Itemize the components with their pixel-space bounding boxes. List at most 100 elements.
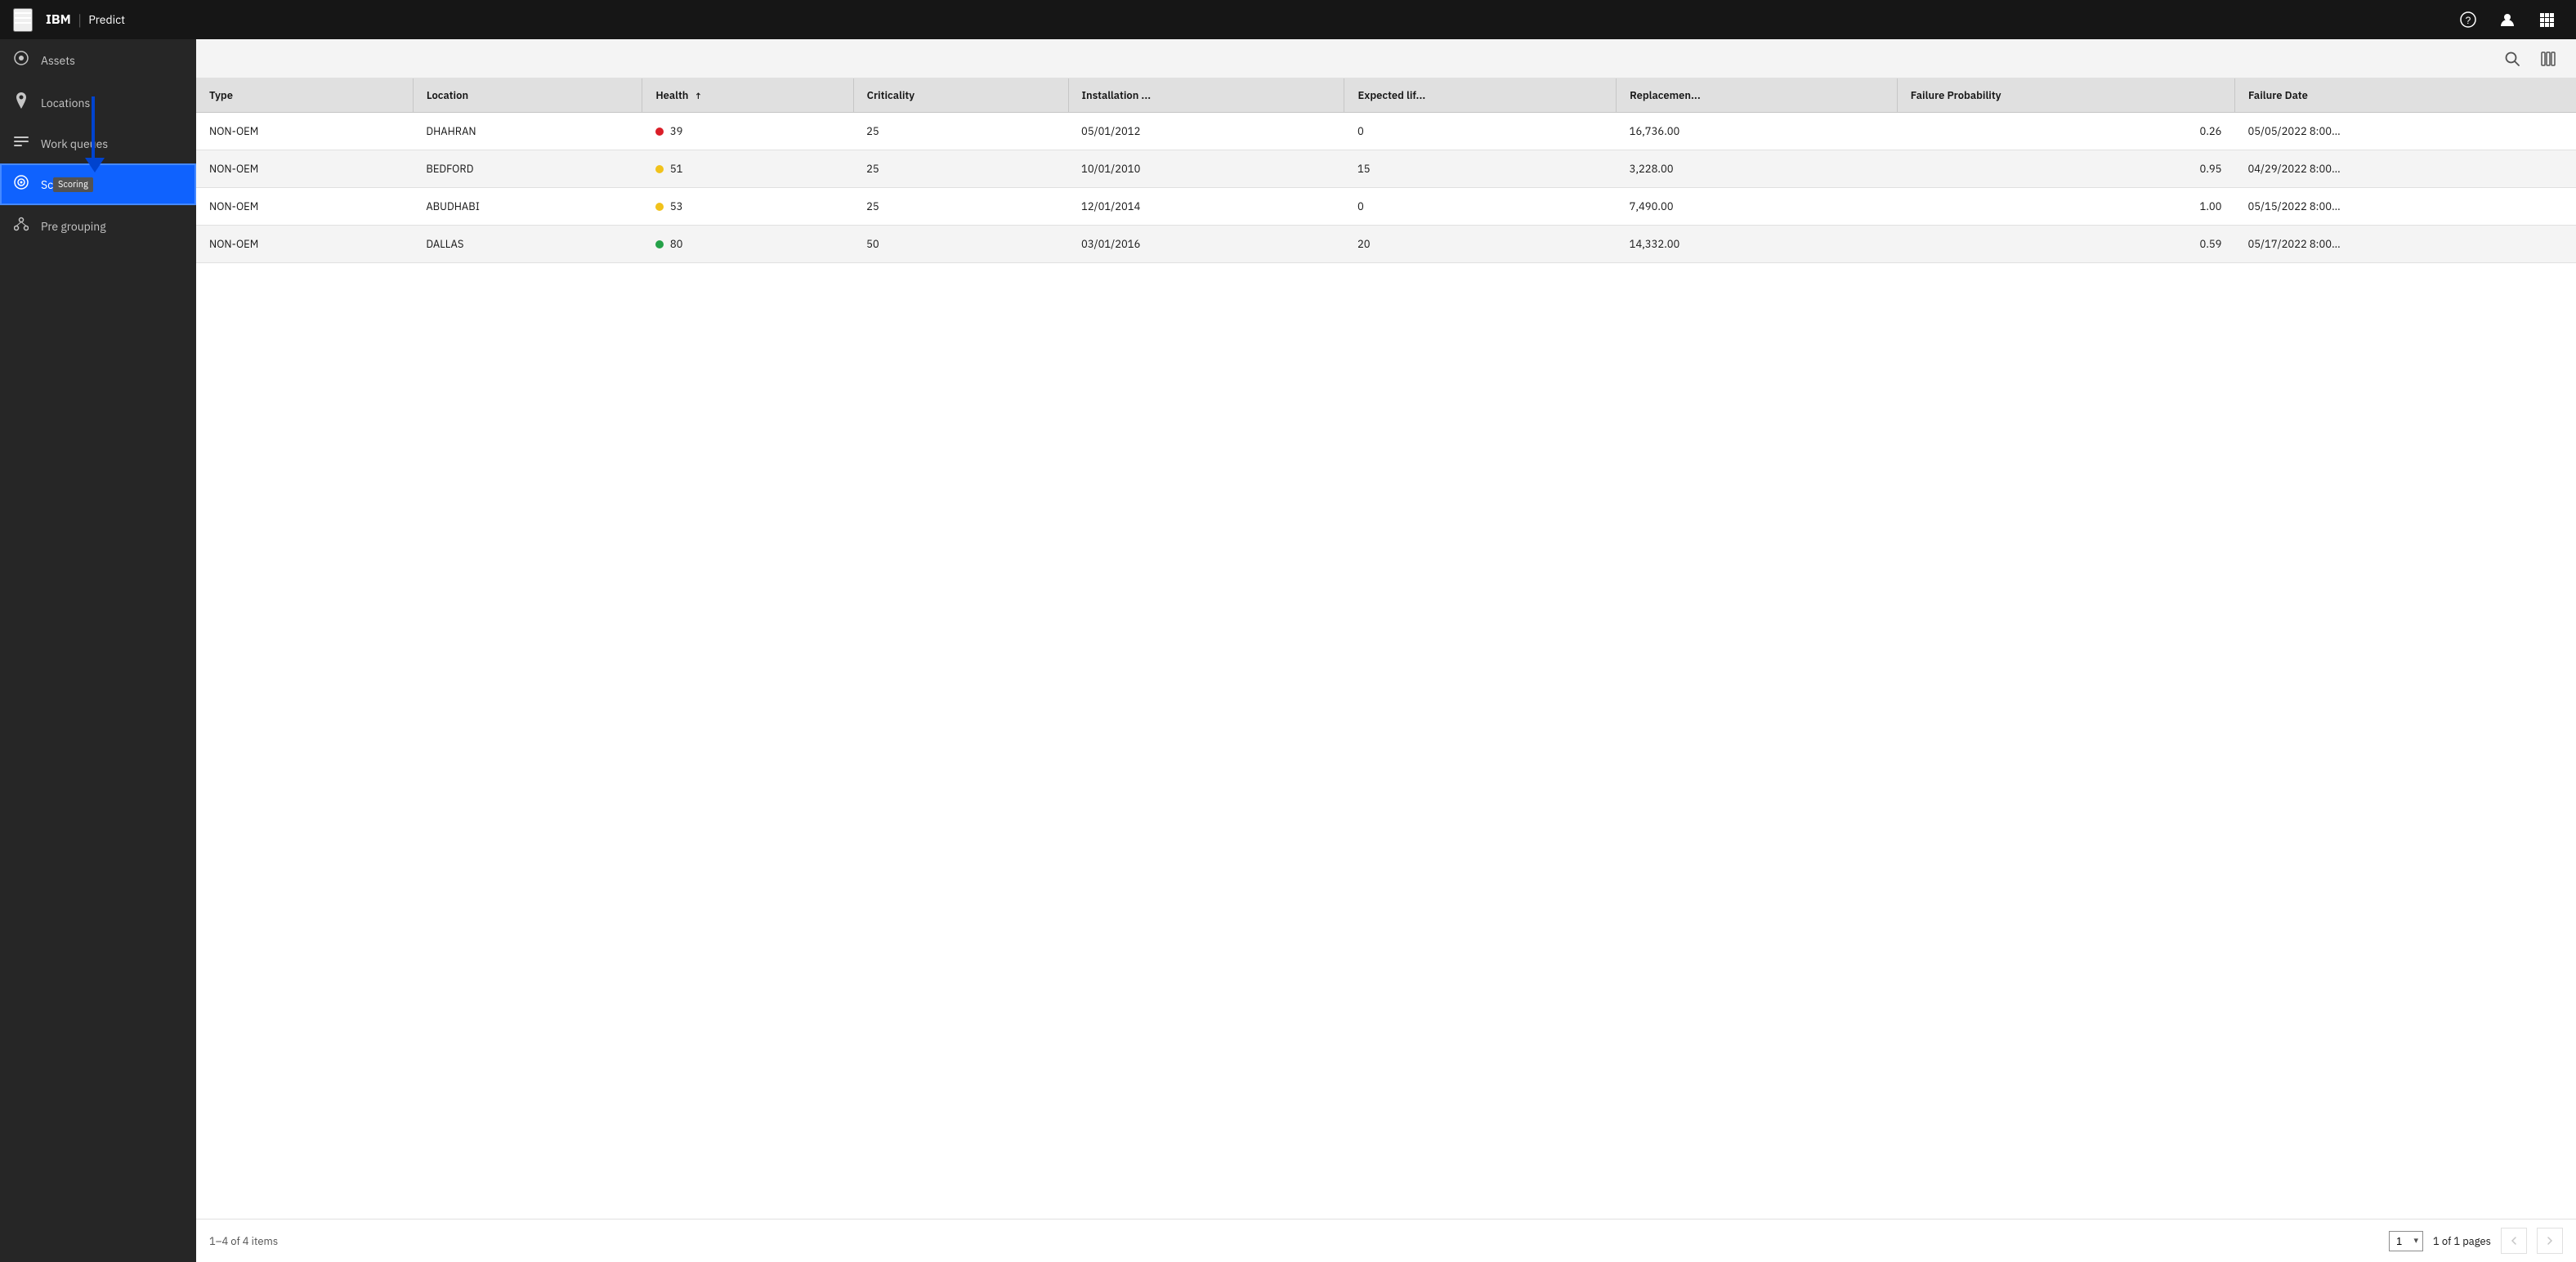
health-dot <box>655 203 664 211</box>
table-row: NON-OEM ABUDHABI 53 25 12/01/2014 0 7,49… <box>196 188 2576 226</box>
cell-criticality: 25 <box>853 113 1068 150</box>
cell-location: BEDFORD <box>413 150 642 188</box>
health-value: 39 <box>670 124 683 138</box>
col-health[interactable]: Health <box>642 78 853 113</box>
apps-button[interactable] <box>2530 3 2563 36</box>
pagination-next-button[interactable] <box>2537 1228 2563 1254</box>
health-dot <box>655 128 664 136</box>
cell-health: 53 <box>642 188 853 226</box>
table-row: NON-OEM BEDFORD 51 25 10/01/2010 15 3,22… <box>196 150 2576 188</box>
menu-button[interactable] <box>13 8 33 32</box>
cell-health: 51 <box>642 150 853 188</box>
cell-installation: 05/01/2012 <box>1068 113 1344 150</box>
cell-failure-prob: 0.59 <box>1897 226 2234 263</box>
cell-location: ABUDHABI <box>413 188 642 226</box>
sidebar-item-scoring-label: Scoring <box>41 177 79 192</box>
page-select[interactable]: 1 <box>2389 1231 2423 1251</box>
cell-installation: 03/01/2016 <box>1068 226 1344 263</box>
brand-app: Predict <box>88 12 125 27</box>
sort-icon-health <box>695 91 703 102</box>
cell-failure-prob: 1.00 <box>1897 188 2234 226</box>
main-toolbar <box>196 39 2576 78</box>
cell-replacement: 7,490.00 <box>1617 188 1898 226</box>
health-dot <box>655 165 664 173</box>
cell-failure-date: 05/15/2022 8:00... <box>2234 188 2576 226</box>
columns-toolbar-button[interactable] <box>2534 44 2563 74</box>
table-body: NON-OEM DHAHRAN 39 25 05/01/2012 0 16,73… <box>196 113 2576 263</box>
data-table: Type Location Health Criticality <box>196 78 2576 263</box>
cell-type: NON-OEM <box>196 188 413 226</box>
pagination: 1–4 of 4 items 1 1 of 1 pages <box>196 1219 2576 1262</box>
cell-expected-life: 0 <box>1344 113 1617 150</box>
cell-expected-life: 15 <box>1344 150 1617 188</box>
sidebar-item-locations[interactable]: Locations <box>0 81 196 124</box>
cell-replacement: 16,736.00 <box>1617 113 1898 150</box>
search-toolbar-button[interactable] <box>2498 44 2527 74</box>
sidebar-item-assets-label: Assets <box>41 53 75 68</box>
sidebar-item-work-queues[interactable]: Work queues <box>0 124 196 163</box>
cell-replacement: 14,332.00 <box>1617 226 1898 263</box>
sidebar-item-pre-grouping-label: Pre grouping <box>41 219 106 234</box>
cell-failure-prob: 0.26 <box>1897 113 2234 150</box>
main-content: Type Location Health Criticality <box>196 39 2576 1262</box>
cell-health: 80 <box>642 226 853 263</box>
page-select-wrap[interactable]: 1 <box>2389 1231 2423 1251</box>
cell-criticality: 50 <box>853 226 1068 263</box>
location-icon <box>13 92 29 113</box>
assets-icon <box>13 51 29 69</box>
cell-installation: 10/01/2010 <box>1068 150 1344 188</box>
sidebar-item-locations-label: Locations <box>41 96 90 110</box>
cell-expected-life: 20 <box>1344 226 1617 263</box>
health-value: 51 <box>670 162 683 176</box>
sidebar-item-work-queues-label: Work queues <box>41 136 108 151</box>
cell-location: DHAHRAN <box>413 113 642 150</box>
pagination-items-count: 1–4 of 4 items <box>209 1234 2379 1248</box>
pagination-pages-label: 1 of 1 pages <box>2433 1234 2491 1248</box>
health-value: 53 <box>670 199 683 213</box>
brand: IBM | Predict <box>46 11 125 29</box>
topbar: IBM | Predict ? <box>0 0 2576 39</box>
table-row: NON-OEM DHAHRAN 39 25 05/01/2012 0 16,73… <box>196 113 2576 150</box>
cell-replacement: 3,228.00 <box>1617 150 1898 188</box>
cell-health: 39 <box>642 113 853 150</box>
cell-type: NON-OEM <box>196 113 413 150</box>
health-dot <box>655 240 664 248</box>
user-button[interactable] <box>2491 3 2524 36</box>
table-row: NON-OEM DALLAS 80 50 03/01/2016 20 14,33… <box>196 226 2576 263</box>
data-table-wrapper: Type Location Health Criticality <box>196 78 2576 1219</box>
table-header: Type Location Health Criticality <box>196 78 2576 113</box>
help-button[interactable]: ? <box>2452 3 2484 36</box>
scoring-icon <box>13 175 29 194</box>
sidebar: Assets Locations Work queues <box>0 39 196 1262</box>
cell-failure-date: 05/05/2022 8:00... <box>2234 113 2576 150</box>
col-installation[interactable]: Installation ... <box>1068 78 1344 113</box>
brand-ibm: IBM <box>46 11 71 28</box>
cell-criticality: 25 <box>853 188 1068 226</box>
pagination-prev-button[interactable] <box>2501 1228 2527 1254</box>
sidebar-item-pre-grouping[interactable]: Pre grouping <box>0 205 196 247</box>
cell-location: DALLAS <box>413 226 642 263</box>
pre-grouping-icon <box>13 217 29 235</box>
svg-text:?: ? <box>2466 15 2471 26</box>
layout: Assets Locations Work queues <box>0 39 2576 1262</box>
cell-expected-life: 0 <box>1344 188 1617 226</box>
col-failure-date[interactable]: Failure Date <box>2234 78 2576 113</box>
cell-criticality: 25 <box>853 150 1068 188</box>
topbar-icons: ? <box>2452 3 2563 36</box>
col-type[interactable]: Type <box>196 78 413 113</box>
cell-type: NON-OEM <box>196 150 413 188</box>
cell-failure-date: 04/29/2022 8:00... <box>2234 150 2576 188</box>
work-queues-icon <box>13 136 29 152</box>
health-value: 80 <box>670 237 683 251</box>
col-expected-life[interactable]: Expected lif... <box>1344 78 1617 113</box>
brand-divider: | <box>78 11 83 29</box>
col-criticality[interactable]: Criticality <box>853 78 1068 113</box>
sidebar-item-scoring[interactable]: Scoring Scoring <box>0 163 196 205</box>
cell-type: NON-OEM <box>196 226 413 263</box>
cell-installation: 12/01/2014 <box>1068 188 1344 226</box>
col-location[interactable]: Location <box>413 78 642 113</box>
sidebar-item-assets[interactable]: Assets <box>0 39 196 81</box>
col-replacement[interactable]: Replacemen... <box>1617 78 1898 113</box>
col-failure-prob[interactable]: Failure Probability <box>1897 78 2234 113</box>
cell-failure-date: 05/17/2022 8:00... <box>2234 226 2576 263</box>
